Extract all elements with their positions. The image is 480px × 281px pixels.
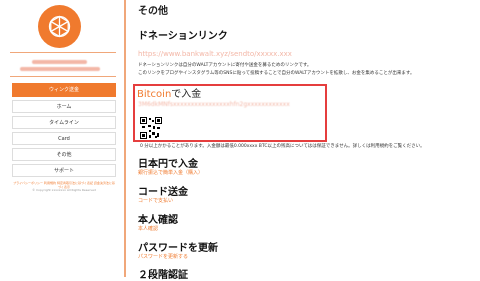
username-redacted (32, 60, 87, 64)
menu-item-other[interactable]: その他 (12, 148, 116, 161)
divider (10, 52, 116, 53)
identity-verification-title: 本人確認 (138, 215, 178, 226)
two-factor-auth-title: ２段階認証 (138, 270, 188, 281)
code-transfer-title: コード送金 (138, 187, 188, 198)
menu-item-wink-transfer[interactable]: ウィンク送金 (12, 83, 116, 97)
sidebar: ウィンク送金 ホーム タイムライン Card その他 サポート プライバシーポリ… (0, 0, 126, 277)
divider (10, 76, 116, 77)
donation-link-title: ドネーションリンク (138, 31, 228, 42)
menu-item-card[interactable]: Card (12, 132, 116, 145)
app-logo (38, 5, 81, 48)
menu-item-timeline[interactable]: タイムライン (12, 116, 116, 129)
menu-item-support[interactable]: サポート (12, 164, 116, 177)
code-transfer-link[interactable]: コードで支払い (138, 197, 173, 204)
donation-desc-2: このリンクをブログやインスタグラム等のSNSに貼って投稿することで自分のWALT… (138, 71, 415, 76)
update-password-link[interactable]: パスワードを更新する (138, 253, 188, 260)
jpy-deposit-link[interactable]: 銀行振込で簡単入金（購入） (138, 169, 203, 176)
jpy-deposit-title: 日本円で入金 (138, 159, 198, 170)
identity-verification-link[interactable]: 本人確認 (138, 225, 158, 232)
network-logo-icon (48, 15, 71, 38)
copyright: © Copyright xxxxxxxx All Rights Reserved (32, 188, 96, 192)
highlight-box (133, 84, 327, 142)
bitcoin-deposit-note: 0 分以上かかることがあります。入金額は最低0.000xxxx BTC以上の残高… (140, 144, 425, 149)
page-title: その他 (138, 6, 168, 17)
menu-item-home[interactable]: ホーム (12, 100, 116, 113)
donation-link-url[interactable]: https://www.bankwalt.xyz/sendto/xxxxx.xx… (138, 50, 292, 58)
email-redacted (20, 67, 100, 71)
donation-desc-1: ドネーションリンクは自分のWALTアカウントに寄付や送金を募るためのリンクです。 (138, 63, 312, 68)
update-password-title: パスワードを更新 (138, 243, 218, 254)
